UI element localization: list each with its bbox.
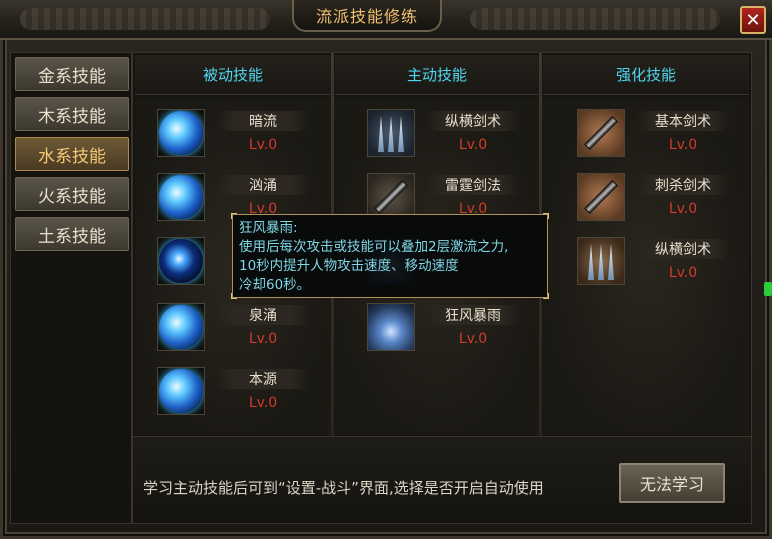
tab-fire-skills[interactable]: 火系技能 <box>15 177 129 211</box>
tooltip-line: 使用后每次攻击或技能可以叠加2层激流之力, <box>239 239 509 255</box>
active-skill-item: 纵横剑术 Lv.0 <box>367 109 567 169</box>
skill-name: 纵横剑术 <box>427 111 519 131</box>
tab-metal-skills[interactable]: 金系技能 <box>15 57 129 91</box>
skill-level: Lv.0 <box>248 395 278 411</box>
tooltip-corner <box>543 213 549 219</box>
skill-level: Lv.0 <box>668 137 698 153</box>
auto-use-hint: 学习主动技能后可到“设置-战斗”界面,选择是否开启自动使用 <box>143 479 544 497</box>
title-bar: 流派技能修练 <box>0 0 772 40</box>
skill-name: 汹涌 <box>217 175 309 195</box>
skill-level: Lv.0 <box>458 331 488 347</box>
skill-name: 雷霆剑法 <box>427 175 519 195</box>
enhance-skills-header: 强化技能 <box>543 55 749 95</box>
skill-name: 泉涌 <box>217 305 309 325</box>
skill-tooltip: 狂风暴雨: 使用后每次攻击或技能可以叠加2层激流之力, 10秒内提升人物攻击速度… <box>231 213 549 299</box>
learn-button[interactable]: 无法学习 <box>619 463 725 503</box>
claw-blades-icon[interactable] <box>367 109 415 157</box>
skill-name: 暗流 <box>217 111 309 131</box>
enhance-skill-item: 纵横剑术 Lv.0 <box>577 237 772 297</box>
school-tabs: 金系技能 木系技能 水系技能 火系技能 土系技能 <box>10 52 132 524</box>
skill-name: 基本剑术 <box>637 111 729 131</box>
sword-icon[interactable] <box>577 173 625 221</box>
window-title: 流派技能修练 <box>315 7 418 26</box>
sword-icon[interactable] <box>577 109 625 157</box>
tooltip-line: 10秒内提升人物攻击速度、移动速度 <box>239 258 459 274</box>
tab-earth-skills[interactable]: 土系技能 <box>15 217 129 251</box>
footer-bar: 学习主动技能后可到“设置-战斗”界面,选择是否开启自动使用 无法学习 <box>132 436 752 524</box>
active-skill-item: 狂风暴雨 Lv.0 <box>367 303 567 363</box>
passive-skills-header: 被动技能 <box>135 55 331 95</box>
skill-level: Lv.0 <box>458 137 488 153</box>
passive-skill-item: 本源 Lv.0 <box>157 367 357 427</box>
claw-blades-icon[interactable] <box>577 237 625 285</box>
storm-icon[interactable] <box>367 303 415 351</box>
water-orb-icon[interactable] <box>157 109 205 157</box>
tooltip-title: 狂风暴雨: <box>239 220 298 236</box>
tooltip-corner <box>231 213 237 219</box>
skill-name: 纵横剑术 <box>637 239 729 259</box>
title-plate: 流派技能修练 <box>292 0 442 32</box>
skill-level: Lv.0 <box>248 137 278 153</box>
passive-skill-item: 暗流 Lv.0 <box>157 109 357 169</box>
close-button[interactable]: ✕ <box>740 6 766 34</box>
skill-level: Lv.0 <box>668 201 698 217</box>
enhance-skill-item: 基本剑术 Lv.0 <box>577 109 772 169</box>
side-indicator <box>764 282 772 296</box>
tab-wood-skills[interactable]: 木系技能 <box>15 97 129 131</box>
dark-water-orb-icon[interactable] <box>157 237 205 285</box>
enhance-skill-item: 刺杀剑术 Lv.0 <box>577 173 772 233</box>
water-swirl-icon[interactable] <box>157 367 205 415</box>
water-wave-icon[interactable] <box>157 173 205 221</box>
active-skills-header: 主动技能 <box>335 55 539 95</box>
tooltip-line: 冷却60秒。 <box>239 277 311 293</box>
passive-skill-item: 泉涌 Lv.0 <box>157 303 357 363</box>
skill-name: 本源 <box>217 369 309 389</box>
water-drop-icon[interactable] <box>157 303 205 351</box>
tooltip-corner <box>231 293 237 299</box>
skill-level: Lv.0 <box>668 265 698 281</box>
tab-water-skills[interactable]: 水系技能 <box>15 137 129 171</box>
skill-level: Lv.0 <box>248 331 278 347</box>
tooltip-corner <box>543 293 549 299</box>
skill-name: 狂风暴雨 <box>427 305 519 325</box>
dragon-ornament-left <box>20 8 270 30</box>
dragon-ornament-right <box>470 8 720 30</box>
skill-name: 刺杀剑术 <box>637 175 729 195</box>
